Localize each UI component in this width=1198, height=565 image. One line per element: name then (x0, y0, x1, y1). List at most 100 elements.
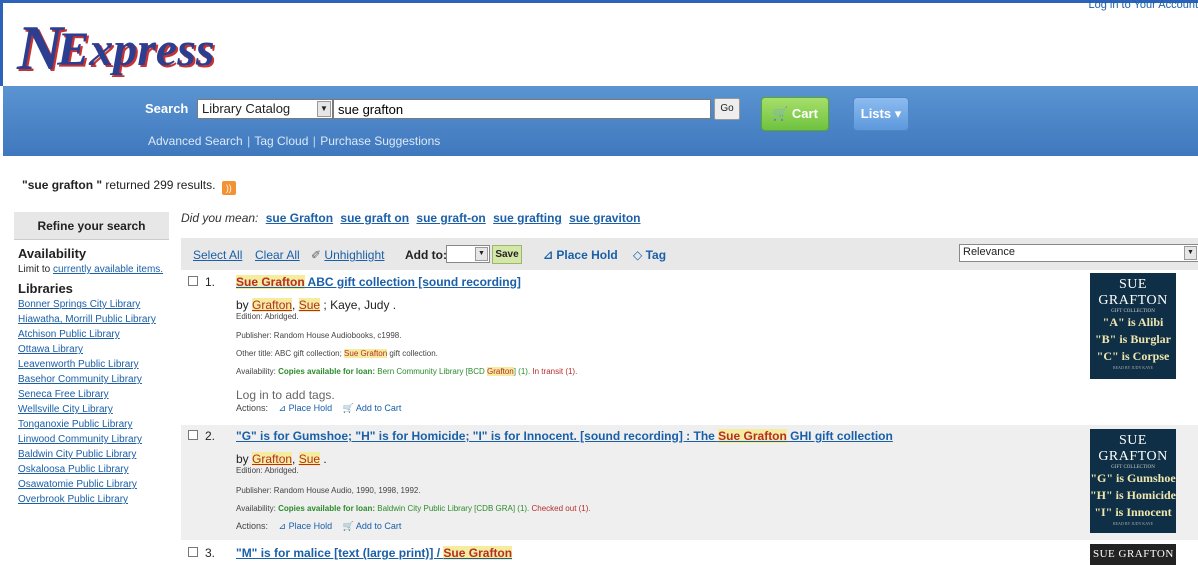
library-link[interactable]: Basehor Community Library (18, 374, 142, 385)
add-to-label: Add to: (405, 248, 447, 262)
save-button[interactable]: Save (492, 245, 522, 264)
avail-label: Availability: (236, 504, 279, 513)
suggestion-link[interactable]: sue graft-on (416, 211, 485, 225)
actions-label: Actions: (236, 403, 269, 413)
suggestion-link[interactable]: sue graviton (569, 211, 640, 225)
library-link[interactable]: Leavenworth Public Library (18, 359, 139, 370)
add-to-select[interactable]: ▼ (446, 245, 490, 263)
avail-highlight: Grafton (487, 367, 514, 376)
avail-end: ] (1). (513, 367, 531, 376)
search-scope-select[interactable]: Library Catalog ▼ (197, 99, 333, 119)
book-cover-image[interactable]: SUE GRAFTON GIFT COLLECTION "A" is Alibi… (1090, 273, 1176, 379)
result-title-link[interactable]: "M" is for malice [text (large print)] /… (236, 546, 513, 560)
tag-cloud-link[interactable]: Tag Cloud (254, 134, 308, 148)
unhighlight-link[interactable]: Unhighlight (324, 248, 384, 262)
suggestion-link[interactable]: sue Grafton (266, 211, 333, 225)
result-edition: Edition: Abridged. (236, 466, 299, 475)
clear-all-link[interactable]: Clear All (255, 248, 300, 262)
title-highlight: Sue Grafton (718, 429, 787, 443)
result-checkbox[interactable] (188, 547, 198, 557)
refine-header: Refine your search (14, 212, 169, 240)
select-all-link[interactable]: Select All (193, 248, 242, 262)
result-title-link[interactable]: Sue Grafton ABC gift collection [sound r… (236, 275, 521, 289)
title-highlight: Sue Grafton (236, 275, 305, 289)
pencil-icon: ✐ (311, 248, 322, 262)
book-cover-image[interactable]: SUE GRAFTON (1090, 544, 1176, 565)
rss-icon[interactable]: )) (221, 181, 236, 195)
place-hold-label: Place Hold (556, 248, 618, 262)
chevron-down-icon[interactable]: ▼ (475, 247, 488, 261)
result-availability: Availability: Copies available for loan:… (236, 504, 591, 513)
place-hold-action[interactable]: ⊿ Place Hold (279, 403, 333, 413)
libraries-heading: Libraries (18, 281, 73, 296)
chevron-down-icon[interactable]: ▼ (317, 101, 331, 117)
library-link[interactable]: Overbrook Public Library (18, 494, 128, 505)
avail-label: Availability: (236, 367, 279, 376)
library-link[interactable]: Osawatomie Public Library (18, 479, 137, 490)
result-number: 3. (205, 546, 216, 560)
library-link[interactable]: Bonner Springs City Library (18, 299, 140, 310)
title-text: "G" is for Gumshoe; "H" is for Homicide;… (236, 429, 719, 443)
did-you-mean-label: Did you mean: (181, 211, 259, 225)
chevron-down-icon[interactable]: ▼ (1184, 246, 1197, 260)
unhighlight-control[interactable]: ✐ Unhighlight (311, 248, 384, 262)
add-to-cart-action[interactable]: 🛒 Add to Cart (343, 403, 402, 413)
suggestion-link[interactable]: sue graft on (340, 211, 409, 225)
author-link[interactable]: Grafton (252, 452, 293, 466)
cover-line: "C" is Corpse (1096, 349, 1170, 363)
suggestion-link[interactable]: sue grafting (493, 211, 562, 225)
summary-text: returned 299 results. (105, 178, 216, 192)
search-sublinks: Advanced Search | Tag Cloud | Purchase S… (148, 134, 441, 148)
search-input[interactable] (333, 99, 711, 119)
search-label: Search (145, 101, 189, 116)
library-link[interactable]: Oskaloosa Public Library (18, 464, 129, 475)
book-cover-image[interactable]: SUE GRAFTON GIFT COLLECTION "G" is Gumsh… (1090, 429, 1176, 533)
login-link[interactable]: Log in to Your Account (1089, 0, 1198, 11)
limit-text: Limit to (18, 264, 51, 275)
cover-line: "B" is Burglar (1095, 332, 1171, 346)
logo-letter-n: N (17, 12, 63, 83)
author-link[interactable]: Sue (298, 298, 321, 312)
library-link[interactable]: Linwood Community Library (18, 434, 142, 445)
cover-footer: READ BY JUDY KAYE (1112, 521, 1154, 526)
by-prefix: by (236, 298, 253, 312)
library-link[interactable]: Baldwin City Public Library (18, 449, 136, 460)
currently-available-link[interactable]: currently available items. (53, 264, 163, 275)
result-other-title: Other title: ABC gift collection; Sue Gr… (236, 349, 438, 358)
result-title-link[interactable]: "G" is for Gumshoe; "H" is for Homicide;… (236, 429, 893, 443)
results-summary: "sue grafton " returned 299 results. )) (22, 178, 236, 195)
cover-line: "G" is Gumshoe (1090, 471, 1176, 485)
login-to-tag[interactable]: Log in to add tags. (236, 388, 335, 402)
author-link[interactable]: Sue (298, 452, 321, 466)
result-checkbox[interactable] (188, 276, 198, 286)
availability-limit: Limit to currently available items. (18, 264, 169, 275)
add-to-cart-action[interactable]: 🛒 Add to Cart (343, 521, 402, 531)
result-actions: Actions: ⊿ Place Hold 🛒 Add to Cart (236, 521, 401, 532)
cart-button[interactable]: 🛒 Cart (761, 97, 829, 131)
author-link[interactable]: Grafton (252, 298, 293, 312)
did-you-mean: Did you mean: sue Grafton sue graft on s… (181, 211, 640, 225)
advanced-search-link[interactable]: Advanced Search (148, 134, 243, 148)
library-link[interactable]: Atchison Public Library (18, 329, 120, 340)
cover-title: SUE GRAFTON (1098, 433, 1168, 464)
library-link[interactable]: Hiawatha, Morrill Public Library (18, 314, 156, 325)
result-checkbox[interactable] (188, 430, 198, 440)
result-publisher: Publisher: Random House Audio, 1990, 199… (236, 486, 421, 495)
nexpress-logo[interactable]: NExpress (17, 7, 215, 83)
library-link[interactable]: Wellsville City Library (18, 404, 113, 415)
library-link[interactable]: Tonganoxie Public Library (18, 419, 133, 430)
library-link[interactable]: Ottawa Library (18, 344, 83, 355)
go-button[interactable]: Go (714, 98, 740, 120)
result-row: 2. "G" is for Gumshoe; "H" is for Homici… (181, 425, 1198, 540)
avail-bold: Copies available for loan: (278, 367, 376, 376)
place-hold-button[interactable]: ⊿ Place Hold (543, 248, 618, 262)
place-hold-action[interactable]: ⊿ Place Hold (279, 521, 333, 531)
sort-select[interactable]: Relevance ▼ (959, 244, 1198, 262)
hold-icon: ⊿ (278, 521, 287, 531)
lists-button[interactable]: Lists ▾ (853, 97, 909, 131)
library-link[interactable]: Seneca Free Library (18, 389, 109, 400)
tag-label: Tag (645, 248, 667, 262)
purchase-suggestions-link[interactable]: Purchase Suggestions (320, 134, 440, 148)
avail-status: In transit (1). (530, 367, 578, 376)
tag-button[interactable]: ◇ Tag (633, 248, 666, 262)
